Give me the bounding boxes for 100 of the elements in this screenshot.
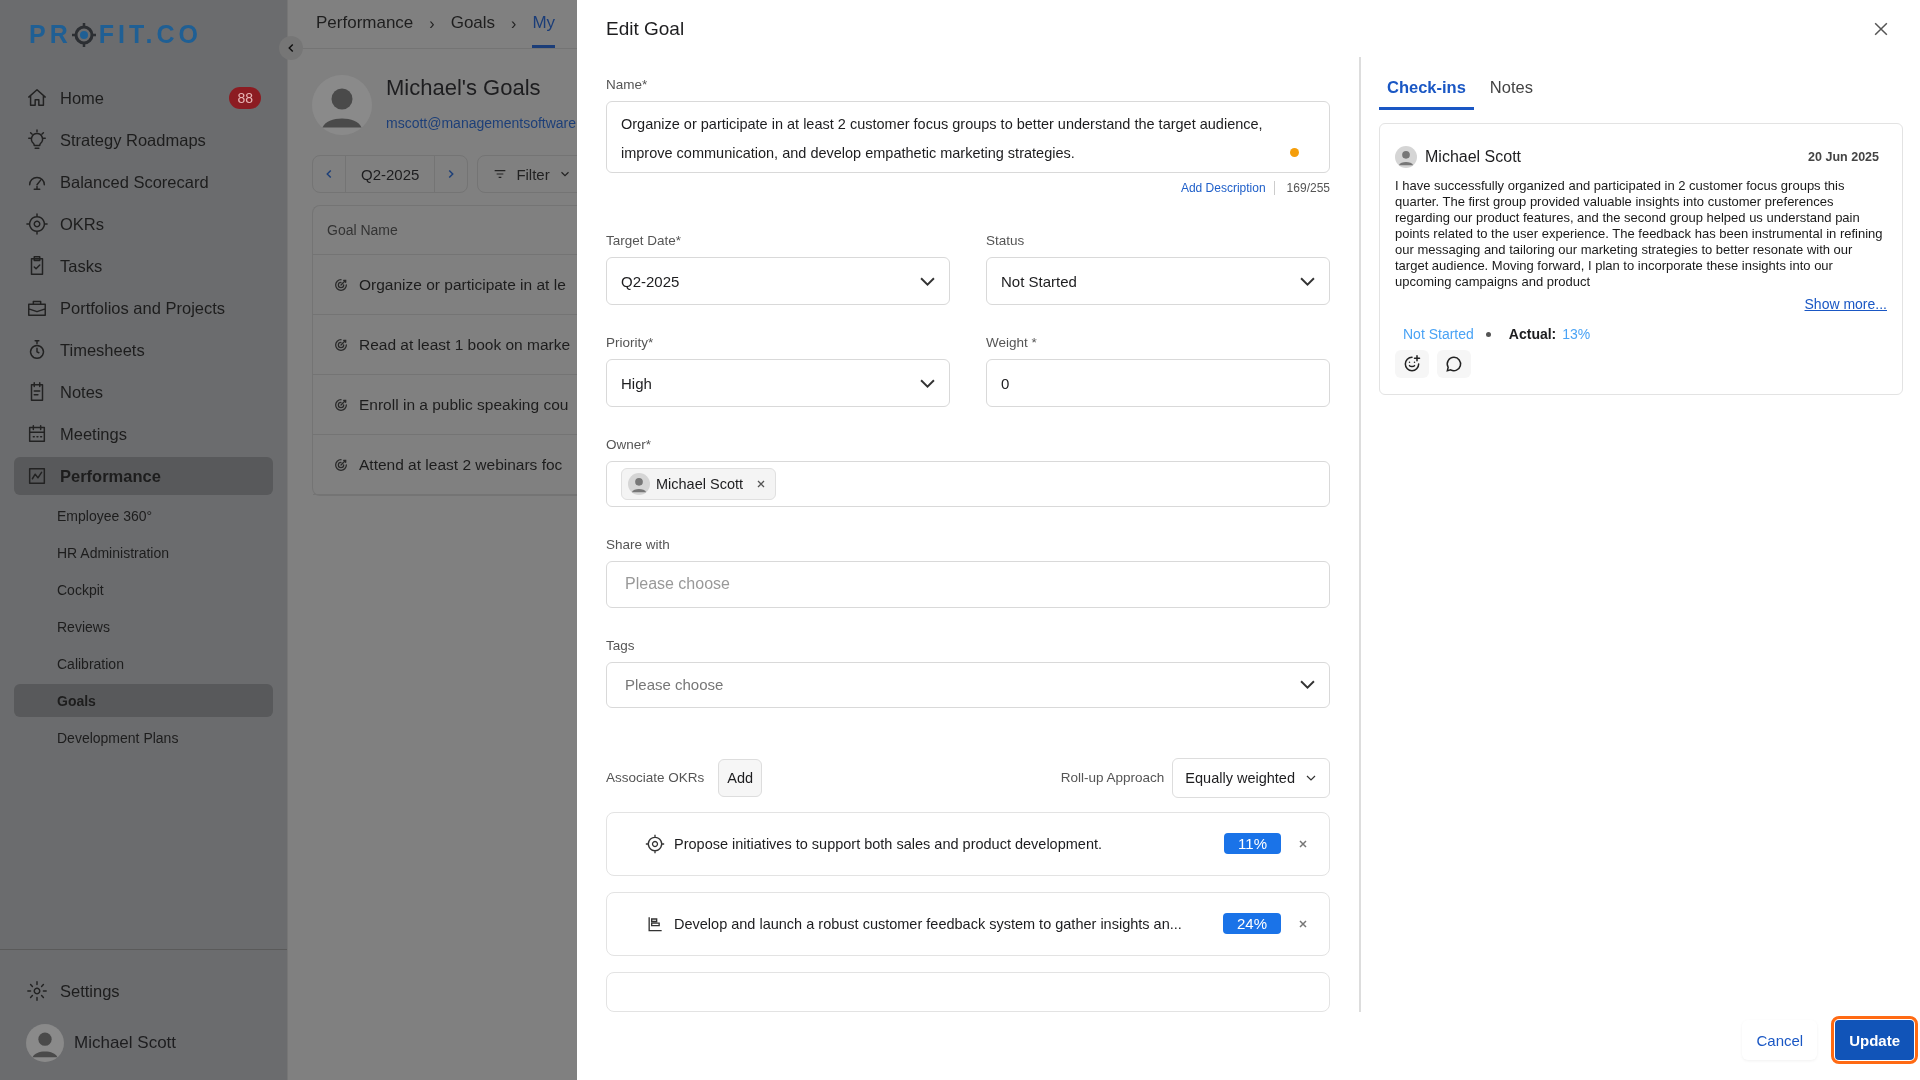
avatar-icon [312, 75, 372, 135]
email-text: mscott@managementsoftware [386, 115, 577, 131]
sidebar-item[interactable]: OKRs [14, 205, 273, 243]
tab[interactable]: Notes [1481, 70, 1541, 110]
show-more-link[interactable]: Show more... [1804, 296, 1887, 312]
cancel-button[interactable]: Cancel [1742, 1020, 1818, 1060]
breadcrumb-separator: › [429, 15, 435, 33]
name-field[interactable]: Organize or participate in at least 2 customer focus groups to better understand the target audience, improve communication, and develop empathetic marketing strategies. [606, 101, 1330, 173]
sidebar-subitem[interactable]: Goals [14, 684, 273, 717]
remove-icon[interactable] [1297, 838, 1309, 850]
add-reaction-button[interactable] [1395, 350, 1429, 378]
okr-title: Propose initiatives to support both sales and product development. [674, 836, 1103, 852]
sidebar-subitem[interactable]: Reviews [14, 610, 273, 643]
breadcrumb-link[interactable]: Goals [450, 0, 496, 48]
status-dropdown[interactable]: Not Started [986, 257, 1330, 305]
home-icon [26, 87, 48, 109]
tags-dropdown[interactable]: Please choose [606, 661, 1330, 708]
percent-badge: 11% [1224, 833, 1281, 855]
add-button[interactable]: Add [718, 759, 763, 797]
sidebar-item[interactable]: Strategy Roadmaps [14, 121, 273, 159]
goal-name[interactable]: Enroll in a public speaking cou [359, 395, 569, 414]
collapse-button[interactable] [279, 36, 303, 60]
actual-value: 13% [1562, 326, 1591, 342]
goal-icon [333, 336, 349, 353]
sidebar-item-label: Balanced Scorecard [60, 172, 209, 192]
goal-icon [333, 456, 349, 473]
rollup-dropdown[interactable]: Equally weighted [1172, 758, 1330, 798]
field-label: Status [986, 233, 1026, 248]
avatar-icon [26, 1024, 64, 1062]
sidebar-item-label: Timesheets [60, 340, 145, 360]
chevron-down-icon [1300, 680, 1315, 690]
sidebar-item-label: Notes [60, 382, 104, 402]
sidebar-item-label: Strategy Roadmaps [60, 130, 206, 150]
comment-button[interactable] [1437, 350, 1471, 378]
checkin-text: I have successfully organized and participated in 2 customer focus groups this quarter. The first group provided valuable insights into customer preferences regarding our product features, and the second group helped us understand pain points related to the user experience. The feedback has been instrumental in refining our messaging and tailoring our marketing strategies to better resonate with our target audience. Moving forward, I plan to incorporate these insights into our upcoming campaigns and product [1395, 178, 1884, 290]
share-with-field[interactable]: Please choose [606, 561, 1330, 608]
sidebar-item[interactable]: Balanced Scorecard [14, 163, 273, 201]
checkin-date: 20 Jun 2025 [1808, 150, 1879, 164]
character-counter: 169/255 [1285, 181, 1330, 195]
sidebar-item[interactable]: Home 88 [14, 79, 273, 117]
percent-badge: 24% [1222, 913, 1281, 935]
priority-dropdown[interactable]: High [606, 359, 950, 407]
sidebar-item[interactable]: Meetings [14, 415, 273, 453]
lightbulb-icon [26, 129, 48, 151]
sidebar-item[interactable]: Performance [14, 457, 273, 495]
okr-title: Develop and launch a robust customer feedback system to gather insights an... [674, 916, 1183, 932]
author-name: Michael Scott [1425, 148, 1522, 166]
user-name: Michael Scott [74, 1033, 177, 1053]
sidebar-item-label: Home [60, 88, 104, 108]
goal-name[interactable]: Organize or participate in at le [359, 275, 566, 294]
bullet-icon [1485, 331, 1491, 337]
sidebar-subitem[interactable]: Cockpit [14, 573, 273, 606]
avatar-icon [628, 473, 650, 496]
sidebar-item-label: Meetings [60, 424, 127, 444]
calendar-icon [26, 423, 48, 445]
breadcrumb-link[interactable]: My [532, 0, 556, 48]
sidebar-item[interactable]: Portfolios and Projects [14, 289, 273, 327]
page-title: Michael's Goals [386, 75, 542, 101]
goal-name[interactable]: Attend at least 2 webinars foc [359, 455, 563, 474]
sidebar-item-label: OKRs [60, 214, 104, 234]
sidebar-item[interactable]: Timesheets [14, 331, 273, 369]
chevron-down-icon [920, 276, 935, 286]
goal-icon [333, 276, 349, 293]
weight-field[interactable]: 0 [986, 359, 1330, 407]
target-date-dropdown[interactable]: Q2-2025 [606, 257, 950, 305]
avatar-icon [1395, 146, 1417, 168]
sidebar-subitem[interactable]: HR Administration [14, 536, 273, 569]
goal-name[interactable]: Read at least 1 book on marke [359, 335, 571, 354]
field-label: Target Date* [606, 233, 683, 248]
sidebar-item-label: Performance [60, 466, 161, 486]
chart-icon [26, 465, 48, 487]
speech-bubble-icon [1444, 354, 1464, 374]
count-badge: 88 [229, 87, 261, 109]
rollup-label: Roll-up Approach [1060, 770, 1165, 786]
target-icon [645, 834, 665, 854]
logo: PR FIT.CO [29, 20, 202, 49]
add-description-link[interactable]: Add Description [1180, 181, 1275, 195]
chevron-down-icon [920, 378, 935, 388]
sidebar-item-label: Tasks [60, 256, 103, 276]
chevron-down-icon [1300, 276, 1315, 286]
sidebar-subitem[interactable]: Employee 360° [14, 499, 273, 532]
settings-icon [26, 980, 48, 1002]
sidebar-subitem[interactable]: Calibration [14, 647, 273, 680]
breadcrumb-link[interactable]: Performance [316, 0, 414, 48]
remove-icon[interactable] [1297, 918, 1309, 930]
field-label: Share with [606, 537, 671, 553]
actual-label: Actual: [1508, 326, 1557, 342]
field-label: Priority* [606, 335, 655, 350]
owner-field[interactable]: Michael Scott [606, 461, 1330, 508]
sidebar-item[interactable]: Tasks [14, 247, 273, 285]
indicator-dot [1290, 148, 1299, 157]
field-label: Name* [606, 77, 649, 92]
field-label: Tags [606, 637, 636, 653]
field-label: Weight * [986, 335, 1038, 350]
smiley-plus-icon [1402, 354, 1422, 374]
tab[interactable]: Check-ins [1379, 70, 1474, 110]
settings-item[interactable]: Settings [14, 972, 273, 1010]
sidebar-subitem[interactable]: Development Plans [14, 721, 273, 754]
sidebar-item[interactable]: Notes [14, 373, 273, 411]
settings-label: Settings [60, 981, 120, 1001]
